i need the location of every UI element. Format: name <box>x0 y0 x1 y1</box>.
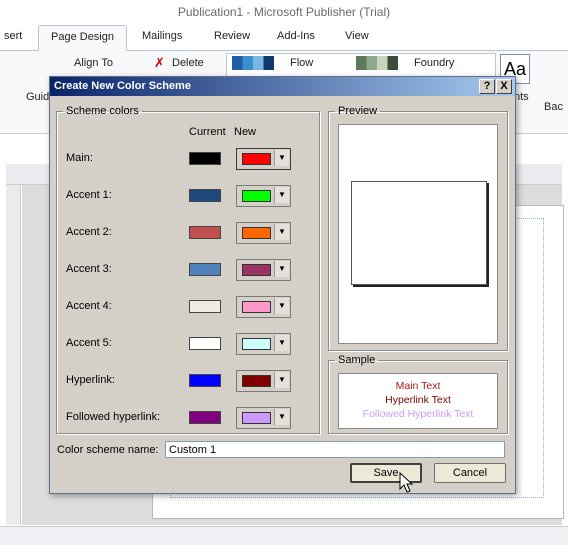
sample-box: Main Text Hyperlink Text Followed Hyperl… <box>338 373 498 429</box>
scheme-colors-label: Scheme colors <box>66 105 139 117</box>
tab-add-ins[interactable]: Add-Ins <box>277 30 315 42</box>
scheme-flow-label[interactable]: Flow <box>290 57 313 69</box>
delete-icon: ✗ <box>154 55 165 70</box>
main-label: Main: <box>66 152 93 164</box>
new-header: New <box>234 126 257 138</box>
dialog-titlebar[interactable]: Create New Color Scheme ? X <box>50 77 515 96</box>
sample-followed-hyperlink-text: Followed Hyperlink Text <box>362 408 474 420</box>
preview-box <box>338 124 498 344</box>
preview-page <box>351 181 487 285</box>
accent-2-current-swatch <box>189 226 221 239</box>
mouse-cursor-icon <box>399 472 414 493</box>
accent-4-new-swatch <box>242 301 271 313</box>
color-row: Accent 4: ▼ <box>50 296 310 318</box>
current-header: Current <box>189 126 226 138</box>
accent-5-new-color-picker[interactable]: ▼ <box>236 333 291 355</box>
color-scheme-name-input[interactable] <box>165 441 505 458</box>
hyperlink-label: Hyperlink: <box>66 374 115 386</box>
align-to-button[interactable]: Align To <box>74 57 113 69</box>
close-button[interactable]: X <box>496 79 512 94</box>
chevron-down-icon[interactable]: ▼ <box>274 150 289 166</box>
tab-mailings[interactable]: Mailings <box>142 30 182 42</box>
chevron-down-icon[interactable]: ▼ <box>274 224 289 240</box>
main-new-color-picker[interactable]: ▼ <box>236 148 291 170</box>
hyperlink-new-color-picker[interactable]: ▼ <box>236 370 291 392</box>
color-row: Accent 3: ▼ <box>50 259 310 281</box>
color-row: Hyperlink: ▼ <box>50 370 310 392</box>
accent-1-new-swatch <box>242 190 271 202</box>
accent-2-new-color-picker[interactable]: ▼ <box>236 222 291 244</box>
chevron-down-icon[interactable]: ▼ <box>274 409 289 425</box>
app-title: Publication1 - Microsoft Publisher (Tria… <box>0 0 568 24</box>
sample-hyperlink-text: Hyperlink Text <box>385 394 451 406</box>
accent-1-new-color-picker[interactable]: ▼ <box>236 185 291 207</box>
chevron-down-icon[interactable]: ▼ <box>274 335 289 351</box>
fonts-label: nts <box>514 91 529 103</box>
chevron-down-icon[interactable]: ▼ <box>274 372 289 388</box>
tab-view[interactable]: View <box>345 30 369 42</box>
accent-5-current-swatch <box>189 337 221 350</box>
color-scheme-name-label: Color scheme name: <box>57 444 159 456</box>
hyperlink-current-swatch <box>189 374 221 387</box>
followed-hyperlink-new-color-picker[interactable]: ▼ <box>236 407 291 429</box>
vertical-ruler <box>6 185 21 525</box>
accent-5-new-swatch <box>242 338 271 350</box>
accent-4-new-color-picker[interactable]: ▼ <box>236 296 291 318</box>
delete-button[interactable]: Delete <box>172 57 204 69</box>
color-row: Accent 5: ▼ <box>50 333 310 355</box>
accent-5-label: Accent 5: <box>66 337 112 349</box>
guides-button[interactable]: Guid <box>26 91 49 103</box>
main-current-swatch <box>189 152 221 165</box>
accent-3-new-color-picker[interactable]: ▼ <box>236 259 291 281</box>
followed-hyperlink-label: Followed hyperlink: <box>66 411 161 423</box>
preview-label: Preview <box>338 105 378 117</box>
ribbon-tabs: sert Page Design Mailings Review Add-Ins… <box>0 24 568 51</box>
accent-2-label: Accent 2: <box>66 226 112 238</box>
horizontal-scrollbar[interactable] <box>0 526 568 545</box>
accent-3-new-swatch <box>242 264 271 276</box>
chevron-down-icon[interactable]: ▼ <box>274 298 289 314</box>
help-button[interactable]: ? <box>479 79 495 94</box>
accent-1-label: Accent 1: <box>66 189 112 201</box>
accent-1-current-swatch <box>189 189 221 202</box>
color-row: Followed hyperlink: ▼ <box>50 407 310 429</box>
followed-hyperlink-new-swatch <box>242 412 271 424</box>
accent-3-label: Accent 3: <box>66 263 112 275</box>
create-color-scheme-dialog: Create New Color Scheme ? X Scheme color… <box>49 76 516 494</box>
followed-hyperlink-current-swatch <box>189 411 221 424</box>
color-row: Main: ▼ <box>50 148 310 170</box>
accent-2-new-swatch <box>242 227 271 239</box>
sample-label: Sample <box>338 354 376 366</box>
flow-swatch <box>232 56 274 70</box>
cancel-button[interactable]: Cancel <box>434 463 506 483</box>
dialog-title: Create New Color Scheme <box>54 80 191 92</box>
accent-3-current-swatch <box>189 263 221 276</box>
color-row: Accent 1: ▼ <box>50 185 310 207</box>
accent-4-label: Accent 4: <box>66 300 112 312</box>
accent-4-current-swatch <box>189 300 221 313</box>
chevron-down-icon[interactable]: ▼ <box>274 187 289 203</box>
main-new-swatch <box>242 153 271 165</box>
background-button[interactable]: Bac <box>544 101 563 113</box>
sample-main-text: Main Text <box>395 380 441 392</box>
tab-insert[interactable]: sert <box>4 30 22 42</box>
tab-page-design[interactable]: Page Design <box>38 25 127 51</box>
foundry-swatch <box>356 56 398 70</box>
tab-review[interactable]: Review <box>214 30 250 42</box>
hyperlink-new-swatch <box>242 375 271 387</box>
chevron-down-icon[interactable]: ▼ <box>274 261 289 277</box>
color-row: Accent 2: ▼ <box>50 222 310 244</box>
scheme-foundry-label[interactable]: Foundry <box>414 57 454 69</box>
